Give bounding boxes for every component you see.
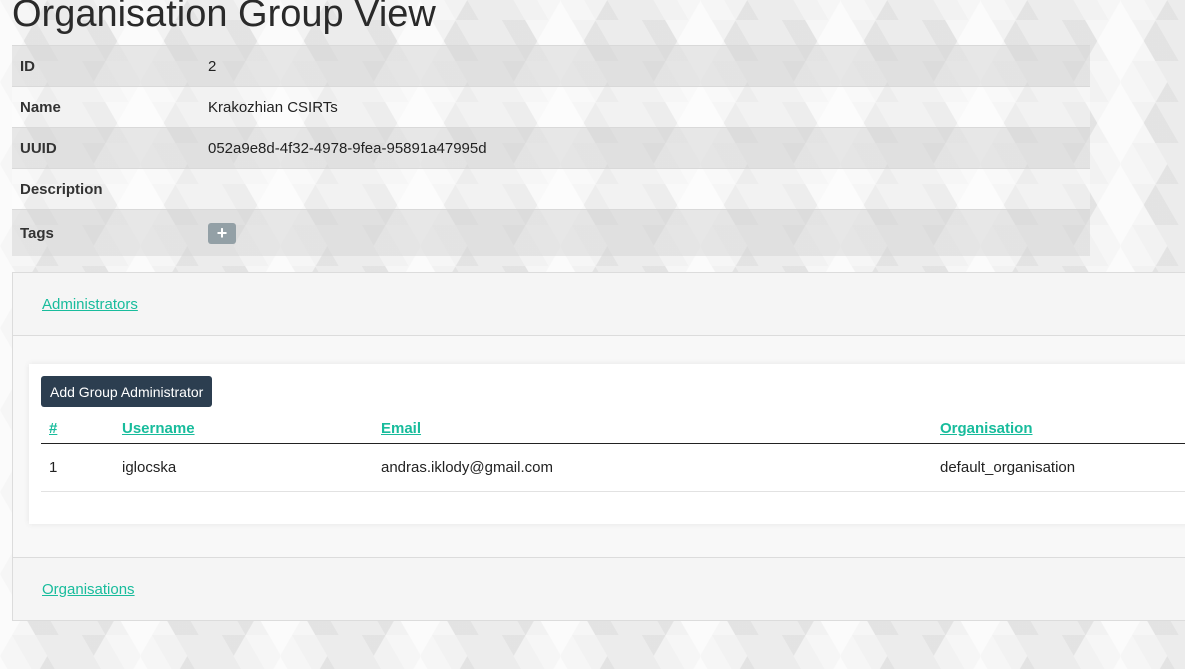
- organisations-toggle-link[interactable]: Organisations: [42, 581, 135, 598]
- column-header-email: Email: [373, 413, 932, 444]
- administrators-toggle-link[interactable]: Administrators: [42, 296, 138, 313]
- administrators-card: Add Group Administrator # Username Email…: [29, 364, 1185, 524]
- row-number: 1: [41, 443, 114, 492]
- add-tag-button[interactable]: +: [208, 222, 236, 244]
- name-value: Krakozhian CSIRTs: [200, 86, 1090, 128]
- sort-email-link[interactable]: Email: [381, 420, 421, 437]
- sort-organisation-link[interactable]: Organisation: [940, 420, 1033, 437]
- administrators-table: # Username Email Organisation 1 iglocska…: [41, 413, 1185, 492]
- organisations-panel: Organisations: [12, 557, 1185, 621]
- detail-row-id: ID 2: [12, 45, 1090, 87]
- column-header-username: Username: [114, 413, 373, 444]
- column-header-number: #: [41, 413, 114, 444]
- table-header-row: # Username Email Organisation: [41, 413, 1185, 444]
- description-value: [200, 168, 1090, 210]
- detail-row-name: Name Krakozhian CSIRTs: [12, 86, 1090, 128]
- row-username: iglocska: [114, 443, 373, 492]
- tags-label: Tags: [12, 209, 200, 256]
- column-header-organisation: Organisation: [932, 413, 1185, 444]
- detail-row-tags: Tags +: [12, 209, 1090, 256]
- tags-cell: +: [200, 209, 1090, 256]
- uuid-label: UUID: [12, 127, 200, 169]
- name-label: Name: [12, 86, 200, 128]
- detail-row-description: Description: [12, 168, 1090, 210]
- row-email: andras.iklody@gmail.com: [373, 443, 932, 492]
- sort-username-link[interactable]: Username: [122, 420, 195, 437]
- detail-row-uuid: UUID 052a9e8d-4f32-4978-9fea-95891a47995…: [12, 127, 1090, 169]
- administrators-panel-body: Add Group Administrator # Username Email…: [13, 336, 1185, 557]
- page-title: Organisation Group View: [12, 0, 436, 35]
- table-row: 1 iglocska andras.iklody@gmail.com defau…: [41, 443, 1185, 492]
- id-label: ID: [12, 45, 200, 87]
- id-value: 2: [200, 45, 1090, 87]
- administrators-panel: Administrators Add Group Administrator #…: [12, 272, 1185, 558]
- sort-number-link[interactable]: #: [49, 420, 57, 437]
- uuid-value: 052a9e8d-4f32-4978-9fea-95891a47995d: [200, 127, 1090, 169]
- organisations-panel-header: Organisations: [13, 558, 1185, 620]
- row-organisation: default_organisation: [932, 443, 1185, 492]
- administrators-panel-header: Administrators: [13, 273, 1185, 336]
- details-table: ID 2 Name Krakozhian CSIRTs UUID 052a9e8…: [12, 45, 1090, 256]
- description-label: Description: [12, 168, 200, 210]
- add-group-administrator-button[interactable]: Add Group Administrator: [41, 376, 213, 407]
